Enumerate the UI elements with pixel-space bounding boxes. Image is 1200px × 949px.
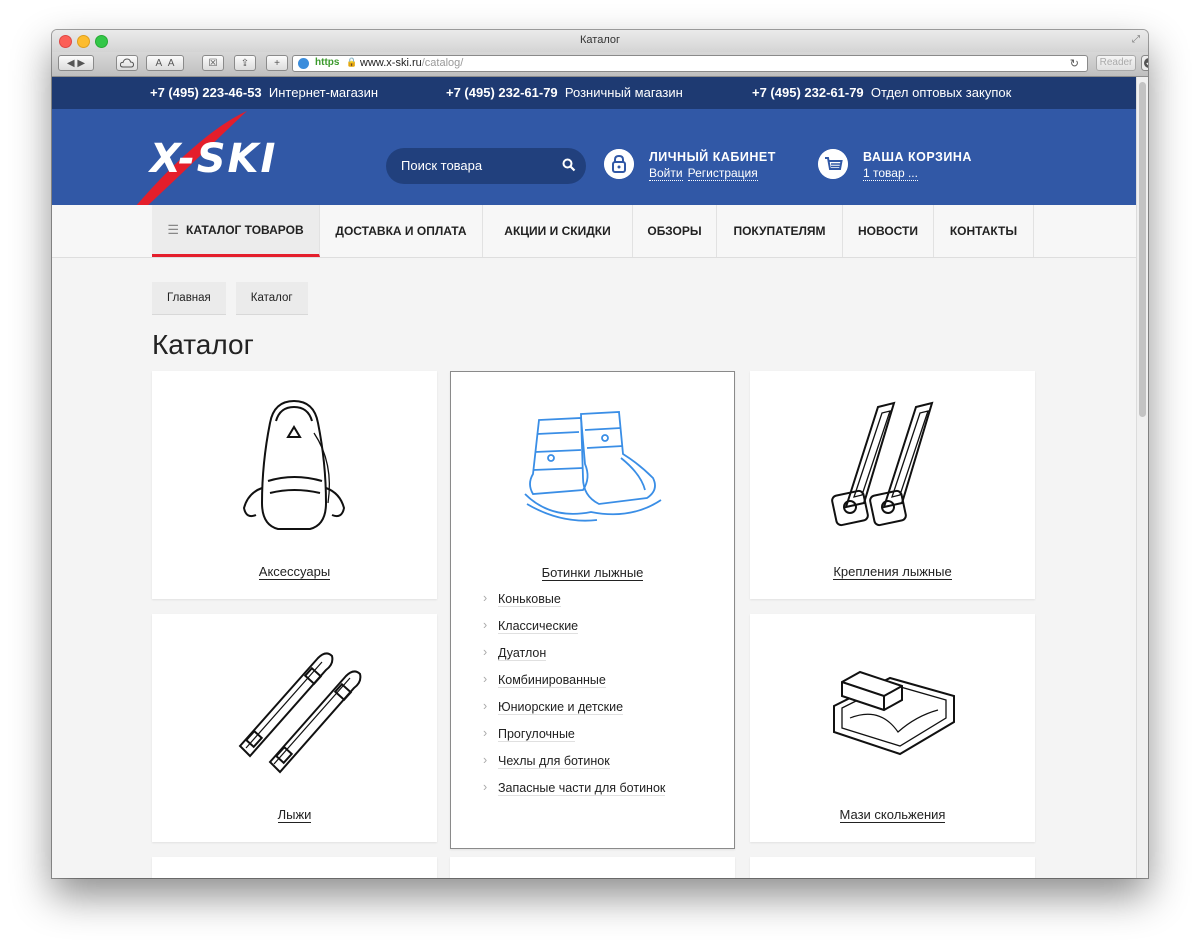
page-title: Каталог xyxy=(152,329,254,360)
reader-button[interactable]: Reader xyxy=(1096,55,1136,71)
category-card[interactable] xyxy=(152,857,437,878)
cart-icon[interactable] xyxy=(818,149,848,179)
menu-icon: ☰ xyxy=(167,221,180,237)
back-forward-buttons[interactable]: ◀ ▶ xyxy=(58,55,94,71)
subcategory-label: Комбинированные xyxy=(498,673,606,688)
show-all-tabs-button[interactable]: ☒ xyxy=(202,55,224,71)
phone-wholesale: +7 (495) 232-61-79 Отдел оптовых закупок xyxy=(752,85,1011,100)
title-bar: Каталог ⤢ xyxy=(52,30,1148,52)
scrollbar-thumb[interactable] xyxy=(1139,82,1146,417)
url-host: www.x-ski.ru xyxy=(360,57,422,69)
vertical-scrollbar[interactable] xyxy=(1136,77,1148,878)
phone-online-store: +7 (495) 223-46-53 Интернет-магазин xyxy=(150,85,378,100)
nav-label: КАТАЛОГ ТОВАРОВ xyxy=(186,222,304,237)
subcategory-label: Юниорские и детские xyxy=(498,700,624,715)
nav-catalog[interactable]: ☰ КАТАЛОГ ТОВАРОВ xyxy=(152,205,320,257)
phone-retail-store: +7 (495) 232-61-79 Розничный магазин xyxy=(446,85,683,100)
nav-delivery[interactable]: ДОСТАВКА И ОПЛАТА xyxy=(320,205,483,257)
window-title: Каталог xyxy=(580,34,620,46)
new-tab-button[interactable]: + xyxy=(266,55,288,71)
category-card[interactable] xyxy=(450,857,735,878)
subcategory-item[interactable]: Дуатлон xyxy=(483,645,665,673)
main-nav: ☰ КАТАЛОГ ТОВАРОВ ДОСТАВКА И ОПЛАТА АКЦИИ… xyxy=(52,205,1136,258)
subcategory-item[interactable]: Прогулочные xyxy=(483,726,665,754)
skis-icon xyxy=(238,652,362,774)
subcategory-label: Коньковые xyxy=(498,592,561,607)
url-path: /catalog/ xyxy=(421,57,464,69)
account-title: ЛИЧНЫЙ КАБИНЕТ xyxy=(649,150,776,164)
cart-title: ВАША КОРЗИНА xyxy=(863,150,972,164)
subcategory-item[interactable]: Комбинированные xyxy=(483,672,665,700)
lock-icon: 🔒 xyxy=(346,57,358,67)
category-card-wax[interactable]: Мази скольжения xyxy=(750,614,1035,842)
category-label[interactable]: Аксессуары xyxy=(258,564,331,580)
breadcrumb: Главная Каталог xyxy=(152,282,308,315)
category-card[interactable] xyxy=(750,857,1035,878)
subcategory-label: Классические xyxy=(498,619,579,634)
subcategory-label: Чехлы для ботинок xyxy=(498,754,610,769)
page-viewport: +7 (495) 223-46-53 Интернет-магазин +7 (… xyxy=(52,77,1136,878)
subcategory-label: Запасные части для ботинок xyxy=(498,781,666,796)
downloads-icon[interactable] xyxy=(1141,55,1148,71)
browser-toolbar: ◀ ▶ A A ☒ ⇪ + https 🔒 www.x-ski.ru/catal… xyxy=(52,52,1148,77)
cloud-icon xyxy=(120,58,134,68)
wax-tray-icon xyxy=(833,670,955,756)
nav-reviews[interactable]: ОБЗОРЫ xyxy=(633,205,717,257)
search-icon[interactable] xyxy=(562,158,576,172)
category-label[interactable]: Ботинки лыжные xyxy=(541,565,644,581)
subcategory-item[interactable]: Юниорские и детские xyxy=(483,699,665,727)
category-card-boots[interactable]: Ботинки лыжные Коньковые Классические Ду… xyxy=(450,371,735,849)
browser-window: Каталог ⤢ ◀ ▶ A A ☒ ⇪ + https 🔒 www.x-sk… xyxy=(52,30,1148,878)
breadcrumb-catalog[interactable]: Каталог xyxy=(235,282,308,315)
register-link[interactable]: Регистрация xyxy=(687,166,758,181)
phone-number: +7 (495) 232-61-79 xyxy=(446,85,558,100)
text-size-buttons[interactable]: A A xyxy=(146,55,184,71)
icloud-tabs-button[interactable] xyxy=(116,55,138,71)
subcategory-item[interactable]: Чехлы для ботинок xyxy=(483,753,665,781)
nav-promotions[interactable]: АКЦИИ И СКИДКИ xyxy=(483,205,633,257)
login-link[interactable]: Войти xyxy=(649,166,683,181)
fullscreen-icon[interactable]: ⤢ xyxy=(1132,34,1140,45)
category-card-accessories[interactable]: Аксессуары xyxy=(152,371,437,599)
phone-label: Розничный магазин xyxy=(564,85,683,100)
category-label[interactable]: Мази скольжения xyxy=(839,807,946,823)
lock-icon xyxy=(604,149,634,179)
site-header: X-SKI Поиск товара ЛИЧНЫЙ КАБИНЕТ Войти Р… xyxy=(52,109,1136,224)
logo-text: X-SKI xyxy=(147,136,277,182)
subcategory-label: Прогулочные xyxy=(498,727,575,742)
search-placeholder: Поиск товара xyxy=(401,158,483,173)
boots-subcategory-list: Коньковые Классические Дуатлон Комбиниро… xyxy=(483,591,666,808)
share-button[interactable]: ⇪ xyxy=(234,55,256,71)
address-bar[interactable]: https 🔒 www.x-ski.ru/catalog/ ↻ xyxy=(292,55,1088,72)
cart-summary-link[interactable]: 1 товар ... xyxy=(863,166,918,181)
subcategory-item[interactable]: Запасные части для ботинок xyxy=(483,780,666,808)
subcategory-item[interactable]: Классические xyxy=(483,618,665,646)
ski-binding-icon xyxy=(831,401,934,527)
category-card-bindings[interactable]: Крепления лыжные xyxy=(750,371,1035,599)
url-scheme: https xyxy=(315,57,340,68)
category-card-skis[interactable]: Лыжи xyxy=(152,614,437,842)
reload-icon[interactable]: ↻ xyxy=(1070,57,1079,70)
category-label[interactable]: Крепления лыжные xyxy=(833,564,952,580)
subcategory-item[interactable]: Коньковые xyxy=(483,591,665,619)
category-label[interactable]: Лыжи xyxy=(277,807,312,823)
nav-customers[interactable]: ПОКУПАТЕЛЯМ xyxy=(717,205,843,257)
breadcrumb-home[interactable]: Главная xyxy=(152,282,226,315)
backpack-icon xyxy=(242,399,346,530)
phone-number: +7 (495) 232-61-79 xyxy=(752,85,864,100)
phone-label: Отдел оптовых закупок xyxy=(870,85,1012,100)
ski-boot-icon xyxy=(524,411,662,522)
phone-number: +7 (495) 223-46-53 xyxy=(150,85,262,100)
nav-contacts[interactable]: КОНТАКТЫ xyxy=(934,205,1034,257)
url-text: www.x-ski.ru/catalog/ xyxy=(360,57,463,69)
contact-bar: +7 (495) 223-46-53 Интернет-магазин +7 (… xyxy=(52,77,1136,109)
phone-label: Интернет-магазин xyxy=(268,85,379,100)
subcategory-label: Дуатлон xyxy=(498,646,547,661)
search-input[interactable]: Поиск товара xyxy=(386,148,586,184)
nav-news[interactable]: НОВОСТИ xyxy=(843,205,934,257)
globe-icon xyxy=(298,58,309,69)
